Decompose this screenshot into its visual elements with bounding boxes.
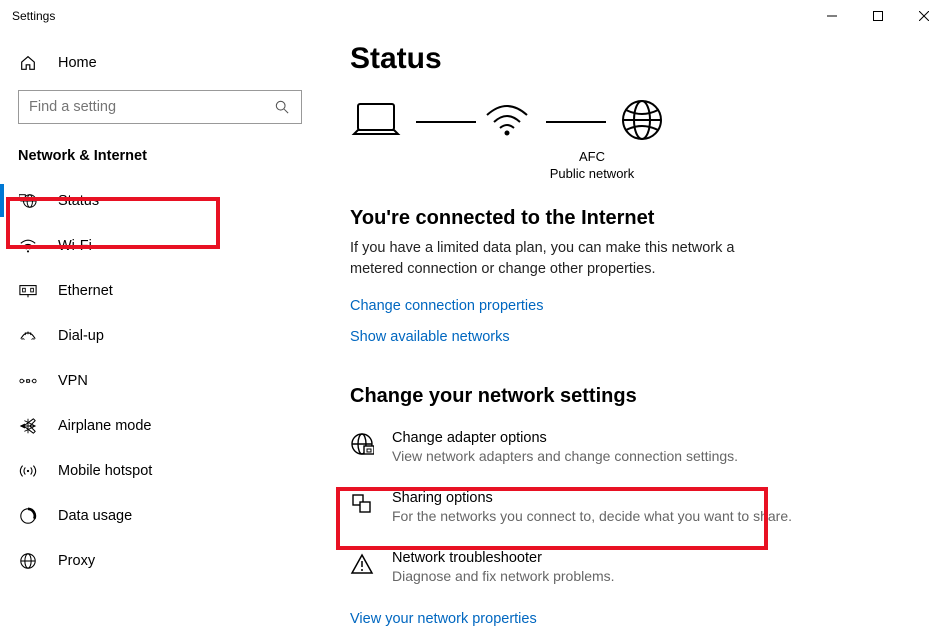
nav-label: Airplane mode bbox=[58, 418, 152, 434]
option-desc: Diagnose and fix network problems. bbox=[392, 568, 907, 584]
sharing-icon bbox=[350, 490, 374, 524]
option-desc: For the networks you connect to, decide … bbox=[392, 508, 907, 524]
nav-label: Ethernet bbox=[58, 283, 113, 299]
page-title: Status bbox=[350, 42, 907, 76]
home-button[interactable]: Home bbox=[0, 44, 320, 82]
change-properties-link[interactable]: Change connection properties bbox=[350, 298, 543, 314]
nav-item-dialup[interactable]: Dial-up bbox=[0, 313, 320, 358]
sidebar: Home Network & Internet Status Wi-Fi bbox=[0, 32, 320, 634]
content: Status AFC Public bbox=[320, 32, 947, 634]
nav-item-hotspot[interactable]: Mobile hotspot bbox=[0, 448, 320, 493]
option-troubleshooter[interactable]: Network troubleshooter Diagnose and fix … bbox=[350, 550, 907, 584]
search-input[interactable] bbox=[29, 99, 275, 115]
home-label: Home bbox=[58, 55, 97, 71]
diagram-line bbox=[416, 121, 476, 123]
vpn-icon bbox=[18, 374, 38, 388]
adapter-icon bbox=[350, 430, 374, 464]
option-sharing[interactable]: Sharing options For the networks you con… bbox=[350, 490, 907, 524]
close-button[interactable] bbox=[901, 0, 947, 32]
titlebar: Settings bbox=[0, 0, 947, 32]
airplane-icon bbox=[18, 417, 38, 435]
ethernet-icon bbox=[18, 284, 38, 298]
nav-label: VPN bbox=[58, 373, 88, 389]
globe-status-icon bbox=[18, 192, 38, 210]
minimize-button[interactable] bbox=[809, 0, 855, 32]
globe-large-icon bbox=[620, 98, 664, 145]
nav-item-proxy[interactable]: Proxy bbox=[0, 538, 320, 583]
search-icon bbox=[275, 100, 291, 114]
wifi-icon bbox=[18, 238, 38, 254]
nav-label: Dial-up bbox=[58, 328, 104, 344]
search-input-wrap[interactable] bbox=[18, 90, 302, 124]
nav-label: Mobile hotspot bbox=[58, 463, 152, 479]
option-adapter[interactable]: Change adapter options View network adap… bbox=[350, 430, 907, 464]
dialup-icon bbox=[18, 329, 38, 343]
settings-heading: Change your network settings bbox=[350, 385, 907, 408]
option-desc: View network adapters and change connect… bbox=[392, 448, 907, 464]
window-title: Settings bbox=[12, 9, 809, 23]
network-caption: AFC Public network bbox=[442, 149, 742, 183]
nav-label: Status bbox=[58, 193, 99, 209]
data-usage-icon bbox=[18, 507, 38, 525]
option-title: Change adapter options bbox=[392, 430, 907, 446]
nav-item-wifi[interactable]: Wi-Fi bbox=[0, 223, 320, 268]
nav-item-ethernet[interactable]: Ethernet bbox=[0, 268, 320, 313]
option-title: Network troubleshooter bbox=[392, 550, 907, 566]
section-header: Network & Internet bbox=[0, 138, 320, 178]
nav-item-status[interactable]: Status bbox=[0, 178, 320, 223]
nav-label: Proxy bbox=[58, 553, 95, 569]
window-controls bbox=[809, 0, 947, 32]
nav-item-vpn[interactable]: VPN bbox=[0, 358, 320, 403]
warning-icon bbox=[350, 550, 374, 584]
diagram-line bbox=[546, 121, 606, 123]
connected-body: If you have a limited data plan, you can… bbox=[350, 238, 770, 280]
nav-label: Wi-Fi bbox=[58, 238, 92, 254]
connected-heading: You're connected to the Internet bbox=[350, 207, 907, 230]
globe-icon bbox=[18, 552, 38, 570]
network-type: Public network bbox=[550, 166, 635, 183]
home-icon bbox=[18, 54, 38, 72]
view-properties-link[interactable]: View your network properties bbox=[350, 611, 537, 627]
laptop-icon bbox=[350, 100, 402, 143]
nav-item-data-usage[interactable]: Data usage bbox=[0, 493, 320, 538]
maximize-button[interactable] bbox=[855, 0, 901, 32]
option-title: Sharing options bbox=[392, 490, 907, 506]
show-networks-link[interactable]: Show available networks bbox=[350, 329, 510, 345]
network-name: AFC bbox=[579, 149, 605, 166]
nav-label: Data usage bbox=[58, 508, 132, 524]
nav-item-airplane[interactable]: Airplane mode bbox=[0, 403, 320, 448]
hotspot-icon bbox=[18, 463, 38, 479]
network-diagram bbox=[350, 98, 664, 145]
wifi-large-icon bbox=[482, 101, 532, 142]
